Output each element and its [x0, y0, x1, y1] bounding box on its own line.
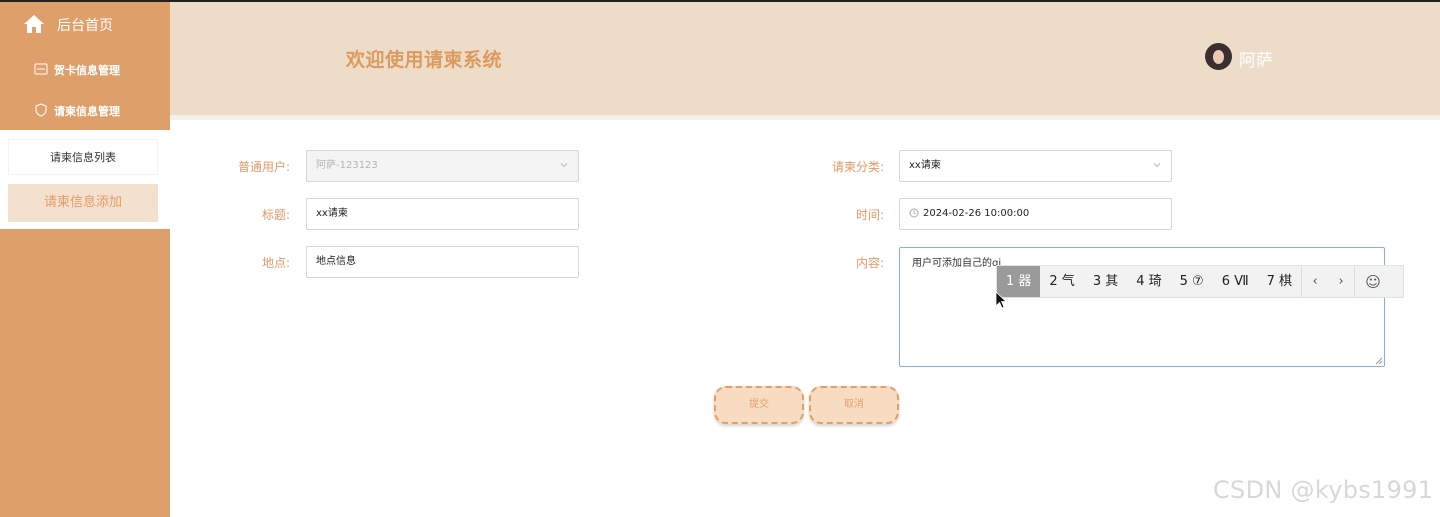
chevron-down-icon: [1153, 163, 1161, 168]
page: 后台首页 贺卡信息管理 请柬信息管理 请柬信息列表 请柬信息添加 欢迎使用请柬系…: [0, 0, 1440, 517]
page-title: 欢迎使用请柬系统: [346, 49, 503, 71]
ime-next-page-icon[interactable]: ›: [1328, 274, 1354, 289]
watermark: CSDN @kybs1991: [1213, 476, 1434, 504]
title-input-value: xx请柬: [316, 208, 348, 219]
header-divider: [170, 115, 1440, 120]
content-label: 内容:: [855, 256, 884, 270]
category-select[interactable]: xx请柬: [899, 150, 1172, 182]
sidebar-item-invitation-management[interactable]: 请柬信息管理: [0, 91, 170, 131]
user-select: 阿萨-123123: [306, 150, 579, 182]
ime-candidate[interactable]: 6 Ⅶ: [1213, 266, 1258, 297]
sidebar-invitation-label: 请柬信息管理: [54, 105, 120, 118]
submit-button[interactable]: 提交: [714, 386, 804, 424]
user-select-value: 阿萨-123123: [316, 160, 378, 171]
chevron-down-icon: [560, 163, 568, 168]
ime-candidate[interactable]: 2 气: [1040, 266, 1083, 297]
time-label: 时间:: [855, 208, 884, 222]
card-icon: [34, 63, 48, 75]
sidebar-item-home[interactable]: 后台首页: [0, 2, 170, 44]
sidebar: 后台首页 贺卡信息管理 请柬信息管理 请柬信息列表 请柬信息添加: [0, 2, 170, 517]
home-icon: [24, 15, 44, 33]
location-label: 地点:: [261, 256, 290, 270]
title-label: 标题:: [261, 208, 290, 222]
shield-icon: [35, 103, 47, 117]
sidebar-card-label: 贺卡信息管理: [54, 64, 120, 77]
ime-candidate[interactable]: 4 琦: [1127, 266, 1170, 297]
mouse-cursor-icon: [995, 291, 1007, 309]
ime-candidate[interactable]: 5 ⑦: [1171, 266, 1213, 297]
resize-handle-icon[interactable]: [1375, 357, 1383, 365]
ime-prev-page-icon[interactable]: ‹: [1302, 274, 1328, 289]
category-label: 请柬分类:: [831, 160, 884, 174]
ime-emoji-icon[interactable]: ☺: [1355, 273, 1391, 291]
header: 欢迎使用请柬系统 阿萨: [170, 2, 1440, 115]
time-picker[interactable]: 2024-02-26 10:00:00: [899, 198, 1172, 230]
avatar-face: [1213, 50, 1224, 64]
ime-candidate[interactable]: 7 棋: [1258, 266, 1301, 297]
clock-icon: [909, 208, 919, 218]
title-input[interactable]: xx请柬: [306, 198, 579, 230]
sidebar-item-card-management[interactable]: 贺卡信息管理: [0, 50, 170, 90]
content-textarea-value: 用户可添加自己的qi: [912, 258, 1002, 269]
cancel-button[interactable]: 取消: [809, 386, 899, 424]
location-input-value: 地点信息: [316, 256, 356, 267]
avatar[interactable]: [1205, 43, 1232, 70]
sidebar-submenu: 请柬信息列表 请柬信息添加: [0, 130, 170, 229]
time-picker-value: 2024-02-26 10:00:00: [923, 208, 1030, 219]
user-name[interactable]: 阿萨: [1239, 46, 1273, 71]
submenu-item-invitation-list[interactable]: 请柬信息列表: [8, 139, 158, 175]
location-input[interactable]: 地点信息: [306, 246, 579, 278]
sidebar-home-label: 后台首页: [57, 18, 113, 34]
user-label: 普通用户:: [237, 160, 290, 174]
submenu-item-invitation-add[interactable]: 请柬信息添加: [8, 184, 158, 222]
ime-candidate-bar: 1 器 2 气 3 其 4 琦 5 ⑦ 6 Ⅶ 7 棋 ‹ › ☺: [996, 265, 1404, 298]
category-select-value: xx请柬: [909, 160, 941, 171]
ime-candidate[interactable]: 3 其: [1084, 266, 1127, 297]
